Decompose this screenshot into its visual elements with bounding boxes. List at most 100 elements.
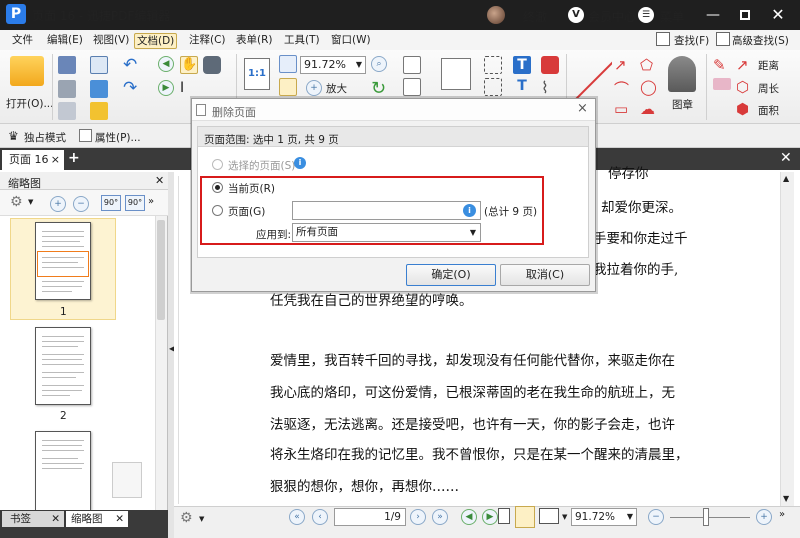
exclusive-mode-button[interactable]: 独占模式 [24,130,66,145]
single-page-icon[interactable] [498,508,510,524]
menu-window[interactable]: 窗口(W) [329,33,373,49]
tab-thumbnails[interactable]: 缩略图 ✕ [66,511,128,527]
close-window-button[interactable]: ✕ [768,5,788,25]
zoom-in-thumbnail-icon[interactable]: + [50,196,66,212]
minimize-button[interactable]: — [703,5,723,25]
apply-to-select[interactable]: 所有页面 ▼ [292,223,481,242]
forward-nav-icon[interactable]: ▶ [158,80,174,96]
hamburger-menu-icon[interactable]: ☰ [638,7,654,23]
share-icon[interactable] [90,80,108,98]
distance-icon[interactable]: ↗ [736,56,749,74]
crop-icon[interactable] [484,56,502,74]
eraser-icon[interactable] [713,78,731,90]
menu-form[interactable]: 表单(R) [234,33,275,49]
thumbnail-page-1[interactable] [35,222,91,300]
forward-view-button[interactable]: ▶ [482,509,498,525]
print-icon[interactable] [58,80,76,98]
more-status-icon[interactable]: » [779,509,785,520]
zoom-in-button[interactable]: 放大 [326,81,347,96]
scan-icon[interactable] [90,102,108,120]
save-icon[interactable] [58,56,76,74]
dialog-close-button[interactable]: × [577,101,588,116]
close-panel-icon[interactable]: ✕ [155,174,164,187]
thumbnail-page-3[interactable] [35,431,91,510]
menu-tools[interactable]: 工具(T) [282,33,322,49]
user-name[interactable]: 终澈 [523,8,547,25]
rotate-right-icon[interactable]: 90° [125,195,145,211]
text-tool-icon[interactable]: T [513,56,531,74]
zoom-search-icon[interactable]: ⌕ [371,56,389,74]
pencil-icon[interactable]: ✎ [713,56,726,74]
circle-tool-icon[interactable]: ◯ [640,78,657,96]
attach-icon[interactable]: ⌇ [541,78,549,97]
close-tab-icon[interactable]: × [51,150,60,170]
chevron-down-icon[interactable]: ▼ [199,515,204,523]
menu-document[interactable]: 文档(D) [134,33,178,49]
selected-pages-radio[interactable] [212,159,223,170]
fit-page-icon[interactable] [279,55,297,73]
menu-file[interactable]: 文件 [10,33,35,49]
area-button[interactable]: 面积 [758,103,779,118]
pages-input[interactable] [292,201,481,220]
advanced-find-icon[interactable] [716,32,730,46]
polyline-tool-icon[interactable]: ⌒ [614,78,629,99]
print-setup-icon[interactable] [58,102,76,120]
page-number-input[interactable]: 1/9 [334,508,406,526]
chevron-down-icon[interactable]: ▼ [28,198,33,206]
stamp-icon[interactable] [668,56,696,92]
vip-center-button[interactable]: 会员中心 [588,8,636,25]
perimeter-button[interactable]: 周长 [758,81,779,96]
page-extract-icon[interactable] [403,78,421,96]
actual-size-icon[interactable]: 1:1 [244,58,270,90]
thumbnail-scroll-thumb[interactable] [157,220,165,320]
ok-button[interactable]: 确定(O) [406,264,496,286]
scroll-down-icon[interactable]: ▼ [783,494,789,503]
tab-bookmarks[interactable]: 书签 ✕ [2,511,64,527]
zoom-slider-thumb[interactable] [703,508,709,526]
advanced-find-button[interactable]: 高级查找(S) [732,33,789,48]
region-icon[interactable] [484,78,502,96]
user-avatar[interactable] [487,6,505,24]
cloud-tool-icon[interactable]: ☁ [640,100,655,118]
distance-button[interactable]: 距离 [758,58,779,73]
close-tab-icon[interactable]: ✕ [115,511,124,527]
fit-width-icon[interactable] [279,78,297,96]
strikeout-icon[interactable]: T [513,78,531,96]
next-page-button[interactable]: › [410,509,426,525]
arrow-tool-icon[interactable]: ↗ [614,56,627,74]
zoom-in-status-button[interactable]: + [756,509,772,525]
current-page-radio[interactable] [212,182,223,193]
zoom-combo[interactable]: 91.72% ▼ [300,56,366,74]
zoom-out-button[interactable]: − [648,509,664,525]
perimeter-icon[interactable]: ⬡ [736,78,749,96]
polygon-tool-icon[interactable]: ⬠ [640,56,653,74]
close-all-tabs-icon[interactable]: ✕ [780,150,792,166]
prev-page-button[interactable]: ‹ [312,509,328,525]
email-icon[interactable] [90,56,108,74]
tab-document[interactable]: 页面 16 × [2,150,64,170]
page-insert-icon[interactable] [403,56,421,74]
rectangle-tool-icon[interactable]: ▭ [614,100,628,118]
vip-icon[interactable]: V [568,7,584,23]
new-tab-button[interactable]: + [68,150,80,166]
status-zoom-combo[interactable]: 91.72% ▼ [571,508,637,526]
note-icon[interactable] [541,56,559,74]
zoom-out-thumbnail-icon[interactable]: − [73,196,89,212]
open-button[interactable]: 打开(O)... [6,96,53,111]
back-nav-icon[interactable]: ◀ [158,56,174,72]
menu-view[interactable]: 视图(V) [91,33,131,49]
menu-edit[interactable]: 编辑(E) [45,33,85,49]
last-page-button[interactable]: » [432,509,448,525]
chevron-down-icon[interactable]: ▼ [562,513,567,521]
snapshot-icon[interactable] [203,56,221,74]
maximize-button[interactable] [735,5,755,25]
stamp-button[interactable]: 图章 [672,97,693,112]
redo-icon[interactable]: ↷ [123,78,137,98]
open-folder-icon[interactable] [10,56,44,86]
pages-radio[interactable] [212,205,223,216]
first-page-button[interactable]: « [289,509,305,525]
properties-button[interactable]: 属性(P)... [95,130,141,145]
gear-icon[interactable]: ⚙ [180,510,193,526]
menu-comment[interactable]: 注释(C) [187,33,228,49]
scroll-up-icon[interactable]: ▲ [783,174,789,183]
